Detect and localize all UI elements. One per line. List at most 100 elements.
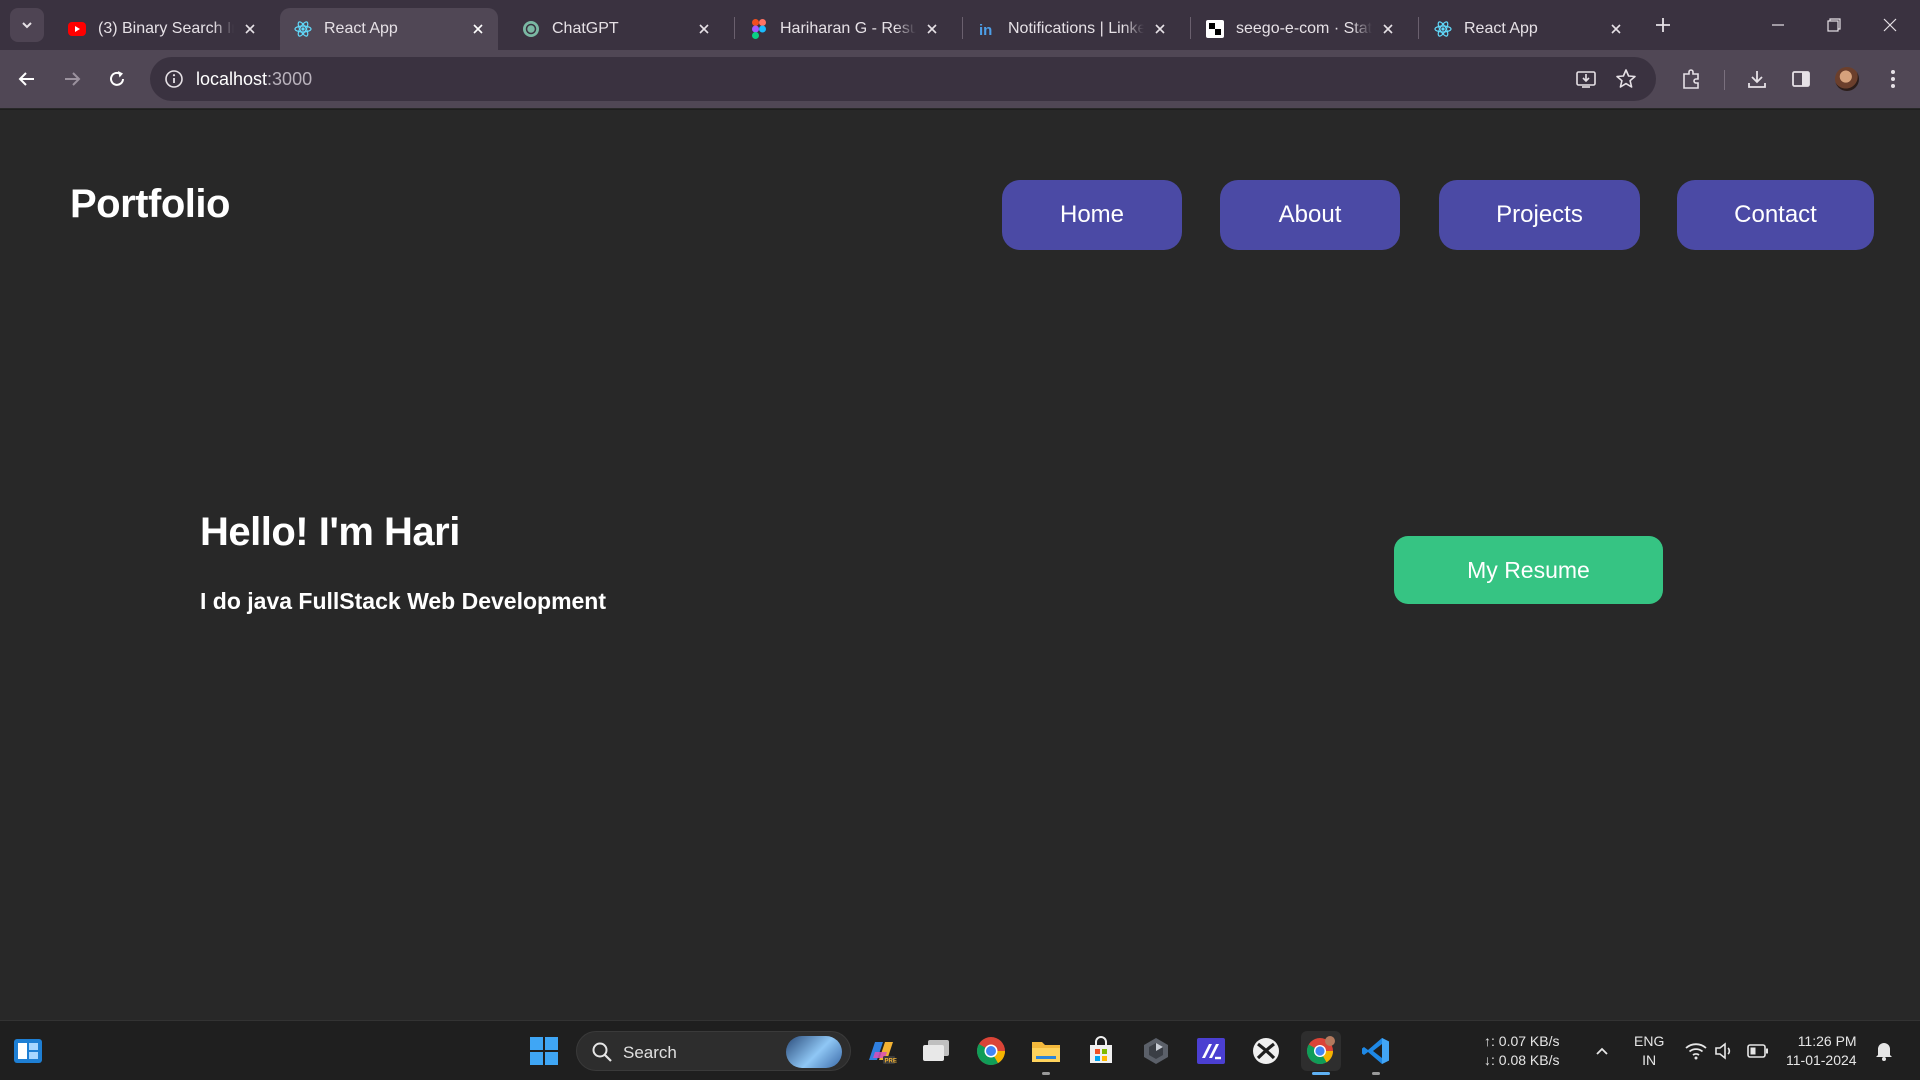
- close-icon[interactable]: [1606, 19, 1626, 39]
- language-indicator[interactable]: ENG IN: [1634, 1032, 1664, 1070]
- show-hidden-icons-button[interactable]: [1590, 1039, 1614, 1063]
- tab-separator: [1418, 17, 1419, 39]
- nav-about-button[interactable]: About: [1220, 180, 1400, 250]
- address-bar[interactable]: localhost:3000: [150, 57, 1656, 101]
- file-explorer-icon: [1032, 1042, 1060, 1062]
- chrome-icon: [977, 1037, 1005, 1065]
- extensions-button[interactable]: [1674, 62, 1708, 96]
- side-panel-button[interactable]: [1784, 62, 1818, 96]
- page-viewport: Portfolio Home About Projects Contact He…: [0, 109, 1920, 1020]
- reload-button[interactable]: [100, 62, 134, 96]
- taskbar-app-file-explorer[interactable]: [1026, 1031, 1066, 1075]
- site-brand[interactable]: Portfolio: [70, 182, 230, 227]
- avatar: [1835, 67, 1859, 91]
- figma-icon: [750, 19, 768, 39]
- chrome-profile-icon: [1306, 1036, 1335, 1065]
- minimize-icon: [1772, 24, 1784, 26]
- notifications-button[interactable]: [1872, 1039, 1896, 1063]
- widgets-icon: [14, 1039, 42, 1063]
- clock[interactable]: 11:26 PM 11-01-2024: [1786, 1032, 1857, 1070]
- tab-title: React App: [324, 20, 398, 37]
- close-icon[interactable]: [694, 19, 714, 39]
- url-host: localhost: [196, 69, 268, 89]
- widgets-button[interactable]: [8, 1031, 48, 1071]
- taskbar-app-copilot[interactable]: PRE: [861, 1031, 901, 1071]
- running-indicator: [1312, 1072, 1330, 1075]
- back-button[interactable]: [10, 62, 44, 96]
- taskbar-search[interactable]: Search: [576, 1031, 851, 1071]
- taskbar-app-vscode[interactable]: [1356, 1031, 1396, 1075]
- downloads-button[interactable]: [1740, 62, 1774, 96]
- arrow-right-icon: [65, 72, 81, 86]
- new-tab-button[interactable]: [1650, 12, 1676, 38]
- tab-search-button[interactable]: [10, 8, 44, 42]
- tab-title: seego-e-com · Static: [1236, 20, 1372, 37]
- menu-button[interactable]: [1876, 62, 1910, 96]
- restore-button[interactable]: [1806, 0, 1862, 50]
- close-icon[interactable]: [1150, 19, 1170, 39]
- tab-linkedin[interactable]: in Notifications | Linked: [964, 8, 1180, 50]
- minimize-button[interactable]: [1750, 0, 1806, 50]
- tab-chatgpt[interactable]: ChatGPT: [508, 8, 724, 50]
- visual-studio-icon: [1197, 1038, 1225, 1064]
- taskbar-app-store[interactable]: [1081, 1031, 1121, 1071]
- close-icon[interactable]: [240, 19, 260, 39]
- tab-title: React App: [1464, 20, 1538, 37]
- profile-button[interactable]: [1830, 62, 1864, 96]
- side-panel-icon: [1792, 71, 1810, 87]
- close-icon[interactable]: [1378, 19, 1398, 39]
- bookmark-star-icon[interactable]: [1612, 65, 1640, 93]
- nav-projects-button[interactable]: Projects: [1439, 180, 1640, 250]
- network-speed-widget: ↑: 0.07 KB/s ↓: 0.08 KB/s: [1484, 1032, 1559, 1070]
- my-resume-button[interactable]: My Resume: [1394, 536, 1663, 604]
- taskbar-app-xbox[interactable]: [1246, 1031, 1286, 1071]
- bell-icon: [1876, 1043, 1892, 1061]
- tab-render[interactable]: seego-e-com · Static: [1192, 8, 1408, 50]
- running-indicator: [1042, 1072, 1050, 1075]
- volume-button[interactable]: [1712, 1039, 1736, 1063]
- react-icon: [294, 20, 312, 38]
- tab-title: Hariharan G - Resum: [780, 20, 916, 37]
- tab-react-app-active[interactable]: React App: [280, 8, 498, 50]
- taskbar-app-task-view[interactable]: [916, 1031, 956, 1071]
- nav-contact-button[interactable]: Contact: [1677, 180, 1874, 250]
- url-port: :3000: [267, 69, 313, 89]
- battery-button[interactable]: [1746, 1039, 1770, 1063]
- close-icon[interactable]: [922, 19, 942, 39]
- forward-button[interactable]: [55, 62, 89, 96]
- tab-react-app[interactable]: React App: [1420, 8, 1636, 50]
- site-info-icon[interactable]: [160, 65, 188, 93]
- tab-figma[interactable]: Hariharan G - Resum: [736, 8, 952, 50]
- tab-title: ChatGPT: [552, 20, 619, 37]
- browser-toolbar: localhost:3000: [0, 50, 1920, 108]
- puzzle-icon: [1683, 69, 1699, 89]
- more-vertical-icon: [1891, 70, 1895, 88]
- tab-youtube[interactable]: (3) Binary Search Inte: [54, 8, 270, 50]
- xbox-icon: [1253, 1038, 1279, 1064]
- wifi-button[interactable]: [1684, 1039, 1708, 1063]
- github-desktop-icon: [1144, 1038, 1168, 1064]
- start-button[interactable]: [524, 1031, 564, 1071]
- taskbar-app-github-desktop[interactable]: [1136, 1031, 1176, 1071]
- restore-icon: [1827, 18, 1841, 32]
- taskbar-app-visual-studio[interactable]: [1191, 1031, 1231, 1071]
- chevron-down-icon: [22, 22, 32, 29]
- windows-taskbar: Search PRE ↑: 0.07 KB/s ↓: 0.08 KB/s ENG…: [0, 1020, 1920, 1080]
- close-icon[interactable]: [468, 19, 488, 39]
- task-view-icon: [923, 1040, 949, 1061]
- tab-title: Notifications | Linked: [1008, 20, 1144, 37]
- volume-icon: [1715, 1042, 1731, 1060]
- url-text[interactable]: localhost:3000: [196, 69, 312, 90]
- reload-icon: [110, 71, 124, 86]
- start-icon: [530, 1037, 558, 1065]
- nav-home-button[interactable]: Home: [1002, 180, 1182, 250]
- copilot-icon: PRE: [869, 1042, 897, 1065]
- youtube-icon: [68, 20, 86, 38]
- install-app-icon[interactable]: [1572, 65, 1600, 93]
- upload-speed: ↑: 0.07 KB/s: [1484, 1033, 1560, 1049]
- download-speed: ↓: 0.08 KB/s: [1484, 1052, 1560, 1068]
- search-label: Search: [623, 1043, 677, 1062]
- taskbar-app-chrome[interactable]: [971, 1031, 1011, 1071]
- taskbar-app-chrome-profile[interactable]: [1301, 1031, 1341, 1075]
- close-window-button[interactable]: [1862, 0, 1918, 50]
